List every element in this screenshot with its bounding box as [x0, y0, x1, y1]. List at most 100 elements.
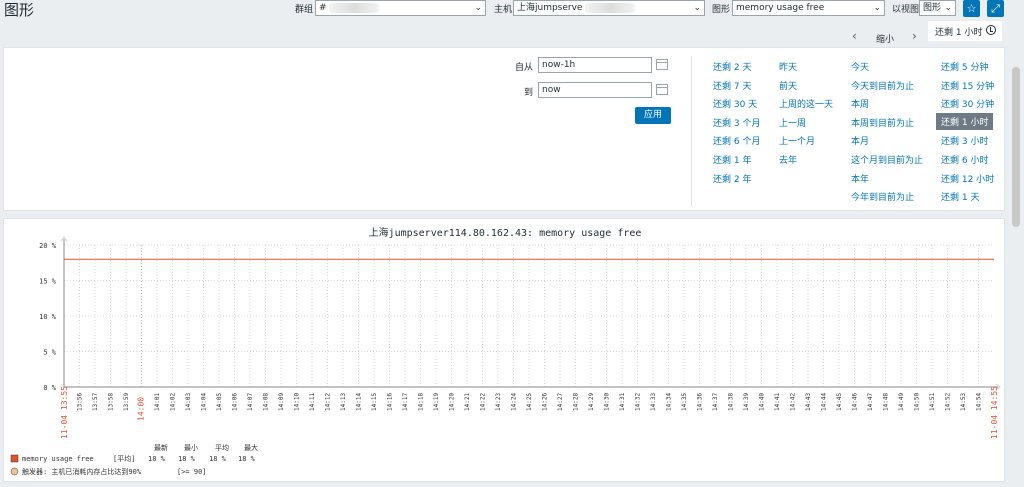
group-value: # — [319, 3, 327, 13]
from-input[interactable] — [538, 57, 652, 73]
quick-range-link[interactable]: 今天 — [851, 60, 869, 73]
x-tick-label: 14:26 — [542, 393, 549, 411]
quick-range-link[interactable]: 还剩 5 分钟 — [941, 60, 988, 73]
y-tick-label: 10 % — [39, 313, 57, 321]
x-tick-label: 14:31 — [619, 393, 626, 411]
chevron-down-icon: ⌄ — [873, 3, 881, 13]
view-value: 图形 — [923, 3, 942, 13]
legend-swatch — [10, 454, 19, 463]
group-select[interactable]: # ⌄ — [315, 0, 486, 16]
quick-range-link[interactable]: 还剩 30 天 — [713, 97, 757, 110]
to-input[interactable] — [538, 82, 652, 98]
quick-range-link[interactable]: 还剩 30 分钟 — [941, 97, 994, 110]
quick-range-link[interactable]: 上一个月 — [779, 134, 815, 147]
quick-range-link[interactable]: 还剩 12 小时 — [941, 172, 994, 185]
zoom-out-button[interactable]: 缩小 — [876, 32, 894, 45]
calendar-icon[interactable] — [656, 59, 668, 70]
legend-header: 最小 — [184, 443, 198, 452]
quick-range-link[interactable]: 本周 — [851, 97, 869, 110]
quick-range-link[interactable]: 本月 — [851, 134, 869, 147]
quick-range-link[interactable]: 这个月到目前为止 — [851, 153, 923, 166]
quick-range-link[interactable]: 前天 — [779, 79, 797, 92]
x-tick-label: 14:49 — [898, 393, 905, 411]
quick-range-link[interactable]: 本年 — [851, 172, 869, 185]
quick-range-link[interactable]: 去年 — [779, 153, 797, 166]
view-label: 以视图 — [892, 5, 920, 15]
x-tick-label: 14:25 — [526, 393, 533, 411]
x-tick-label: 14:52 — [945, 393, 952, 411]
x-tick-label: 14:02 — [170, 393, 177, 411]
quick-range-link[interactable]: 昨天 — [779, 60, 797, 73]
y-tick-label: 20 % — [39, 242, 57, 250]
x-tick-label: 14:35 — [681, 393, 688, 411]
prev-period-button[interactable]: ‹ — [852, 29, 857, 43]
x-tick-label: 14:28 — [573, 393, 580, 411]
graph-panel: 上海jumpserver114.80.162.43: memory usage … — [3, 218, 1005, 482]
quick-range-link[interactable]: 还剩 3 个月 — [713, 116, 760, 129]
tab-time-period[interactable]: 还剩 1 小时 — [928, 21, 1002, 41]
calendar-icon[interactable] — [656, 84, 668, 95]
x-tick-label: 14:41 — [774, 393, 781, 411]
trigger-text: 触发器: 主机已消耗内存占比达到90% — [22, 467, 142, 476]
quick-range-link[interactable]: 还剩 1 小时 — [936, 112, 994, 130]
quick-range-link[interactable]: 上一周 — [779, 116, 806, 129]
fullscreen-button[interactable]: ⤢ — [987, 0, 1004, 17]
legend-func: [平均] — [113, 454, 135, 463]
host-label: 主机 — [494, 5, 513, 15]
host-value: 上海jumpserve — [517, 3, 583, 13]
x-tick-label: 13:57 — [92, 393, 99, 411]
quick-range-link[interactable]: 今年到目前为止 — [851, 190, 914, 203]
legend-header: 最大 — [244, 443, 258, 452]
x-tick-label: 14:50 — [914, 393, 921, 411]
x-tick-label: 14:54 — [976, 393, 983, 411]
graph-select[interactable]: memory usage free ⌄ — [732, 0, 885, 16]
quick-range-link[interactable]: 本周到目前为止 — [851, 116, 914, 129]
quick-range-link[interactable]: 还剩 6 个月 — [713, 134, 760, 147]
x-tick-label: 14:12 — [325, 393, 332, 411]
trigger-icon — [10, 467, 19, 476]
x-tick-label: 14:43 — [805, 393, 812, 411]
time-nav: ‹ 缩小 › — [0, 27, 1024, 47]
x-tick-label: 14:13 — [340, 393, 347, 411]
x-tick-label: 14:15 — [371, 393, 378, 411]
star-icon: ☆ — [966, 2, 977, 15]
legend-value: 18 % — [238, 455, 256, 463]
top-bar: 图形 群组 # ⌄ 主机 上海jumpserve ⌄ 图形 memory usa… — [0, 0, 1024, 20]
legend-value: 18 % — [209, 455, 227, 463]
chevron-down-icon: ⌄ — [474, 3, 482, 13]
x-tick-label: 14:10 — [294, 393, 301, 411]
scrollbar[interactable] — [1012, 67, 1020, 227]
quick-range-link[interactable]: 还剩 7 天 — [713, 79, 751, 92]
x-tick-label: 13:59 — [123, 393, 130, 411]
x-tick-label: 14:27 — [557, 393, 564, 411]
x-tick-label: 14:42 — [790, 393, 797, 411]
quick-range-link[interactable]: 还剩 15 分钟 — [941, 79, 994, 92]
quick-range-link[interactable]: 还剩 2 天 — [713, 60, 751, 73]
next-period-button[interactable]: › — [912, 29, 917, 43]
apply-button[interactable]: 应用 — [635, 107, 671, 124]
quick-range-link[interactable]: 还剩 3 小时 — [941, 134, 988, 147]
quick-range-link[interactable]: 今天到目前为止 — [851, 79, 914, 92]
quick-range-link[interactable]: 上周的这一天 — [779, 97, 833, 110]
x-tick-label: 14:40 — [759, 393, 766, 411]
x-tick-label: 14:38 — [728, 393, 735, 411]
x-tick-label: 13:56 — [77, 393, 84, 411]
legend-series-name: memory usage free — [22, 455, 94, 463]
x-tick-label: 14:01 — [154, 393, 161, 411]
x-tick-label: 14:21 — [464, 393, 471, 411]
chevron-down-icon: ⌄ — [693, 3, 701, 13]
view-select[interactable]: 图形 ⌄ — [919, 0, 956, 16]
x-tick-label: 14:34 — [666, 393, 673, 411]
x-tick-label: 14:16 — [387, 393, 394, 411]
from-label: 自从 — [515, 63, 534, 73]
x-tick-label: 14:32 — [635, 393, 642, 411]
quick-range-link[interactable]: 还剩 1 年 — [713, 153, 751, 166]
x-tick-label: 14:24 — [511, 393, 518, 411]
quick-range-link[interactable]: 还剩 6 小时 — [941, 153, 988, 166]
x-tick-label: 14:23 — [495, 393, 502, 411]
quick-range-link[interactable]: 还剩 1 天 — [941, 190, 979, 203]
host-select[interactable]: 上海jumpserve ⌄ — [513, 0, 705, 16]
quick-range-link[interactable]: 还剩 2 年 — [713, 172, 751, 185]
favorite-button[interactable]: ☆ — [963, 0, 980, 17]
x-tick-label: 14:22 — [480, 393, 487, 411]
